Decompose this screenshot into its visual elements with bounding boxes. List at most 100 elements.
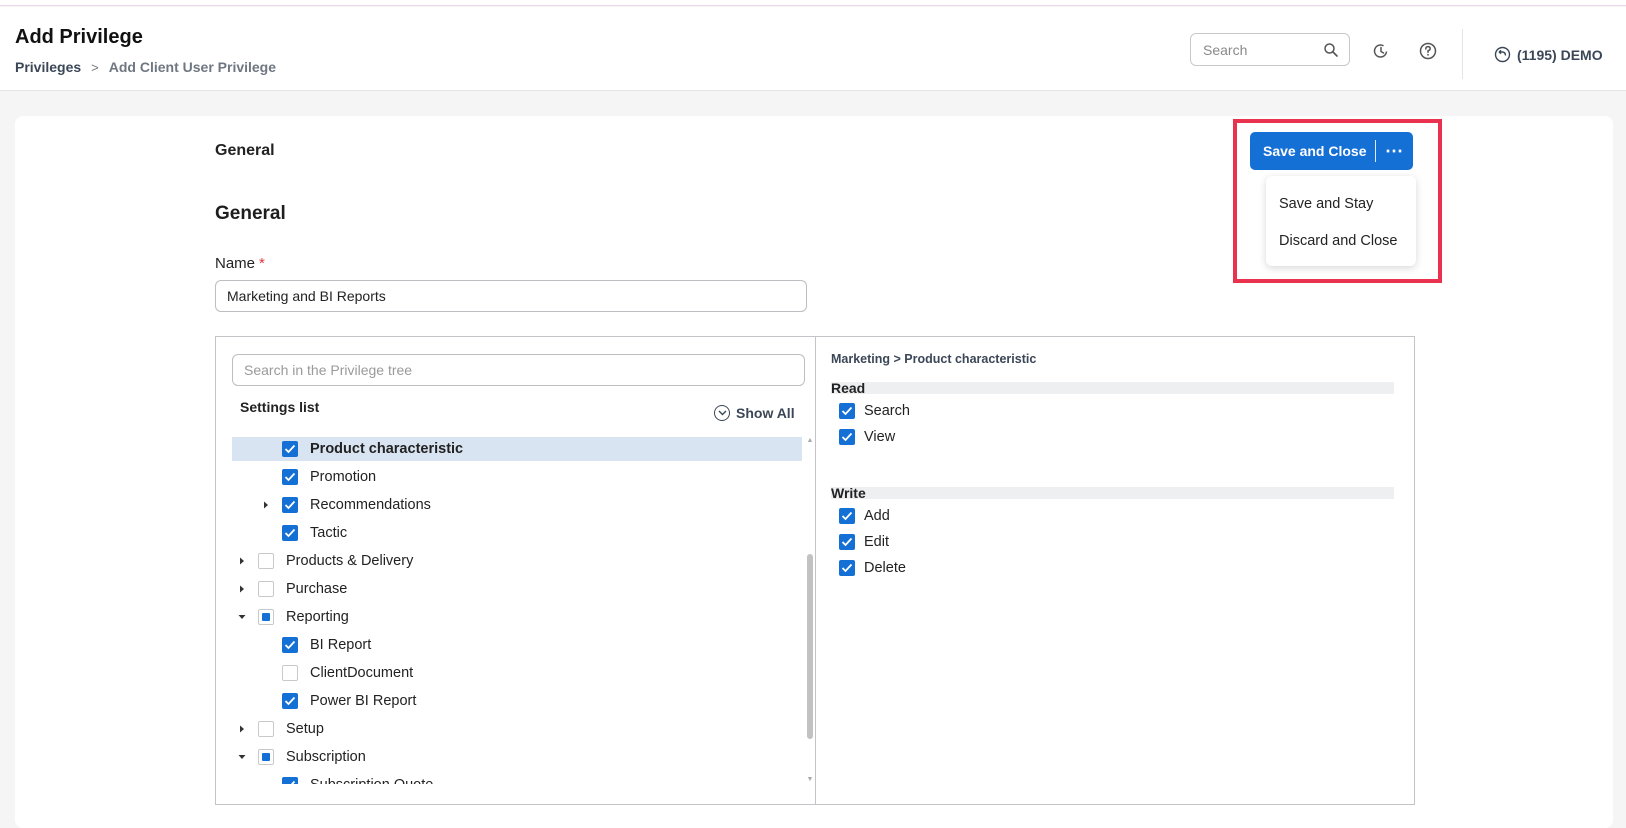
checkbox-checked[interactable] [839,560,855,576]
tree-row[interactable]: Reporting [232,605,802,629]
privilege-tree: Settings list Show All Product character… [216,337,816,804]
checkbox-checked[interactable] [839,429,855,445]
tree-row-label[interactable]: Purchase [286,581,347,597]
save-options-menu: Save and Stay Discard and Close [1266,176,1416,266]
breadcrumb-separator: > [91,59,99,75]
switch-account-icon [1494,46,1511,63]
tree-row-label[interactable]: Power BI Report [310,693,416,709]
permissions-breadcrumb: Marketing > Product characteristic [831,352,1037,366]
global-search-input[interactable] [1191,34,1311,65]
save-button-group: Save and Close ⋯ [1250,132,1413,170]
settings-list-title: Settings list [240,399,320,415]
tree-search-input[interactable] [232,354,805,386]
scroll-thumb[interactable] [807,554,813,739]
caret-right-icon[interactable] [236,555,248,567]
tree-row-label[interactable]: Subscription Quote [310,777,433,784]
permission-label: Search [864,403,910,419]
checkbox-checked[interactable] [839,403,855,419]
checkbox-checked[interactable] [839,534,855,550]
checkbox-checked[interactable] [282,637,298,653]
tree-row-label[interactable]: Recommendations [310,497,431,513]
show-all-label: Show All [736,405,795,421]
permissions-panel: Marketing > Product characteristic Read … [817,337,1415,804]
save-and-close-button[interactable]: Save and Close [1250,132,1375,170]
tree-row[interactable]: Promotion [232,465,802,489]
permission-item[interactable]: Search [839,403,910,419]
checkbox-checked[interactable] [282,441,298,457]
checkbox-checked[interactable] [282,693,298,709]
breadcrumb-privileges-link[interactable]: Privileges [15,59,81,75]
tree-row-label[interactable]: Tactic [310,525,347,541]
checkbox-empty[interactable] [258,721,274,737]
checkbox-checked[interactable] [282,469,298,485]
menu-item-discard-and-close[interactable]: Discard and Close [1266,223,1416,260]
checkbox-checked[interactable] [282,777,298,784]
privilege-tree-panel: Settings list Show All Product character… [215,336,1415,805]
tree-row[interactable]: BI Report [232,633,802,657]
caret-right-icon[interactable] [260,499,272,511]
tree-row-label[interactable]: Setup [286,721,324,737]
tree-row[interactable]: Purchase [232,577,802,601]
page-header: Add Privilege Privileges > Add Client Us… [0,7,1626,91]
tree-row[interactable]: Power BI Report [232,689,802,713]
tree-row-label[interactable]: Reporting [286,609,349,625]
tree-row[interactable]: Tactic [232,521,802,545]
tree-row[interactable]: ClientDocument [232,661,802,685]
more-actions-button[interactable]: ⋯ [1376,132,1413,170]
scroll-down-arrow-icon[interactable]: ▼ [806,776,814,784]
help-icon[interactable] [1418,41,1438,61]
caret-down-icon[interactable] [236,751,248,763]
name-field[interactable] [215,280,807,312]
permission-item[interactable]: Edit [839,534,889,550]
account-switcher[interactable]: (1195) DEMO [1494,46,1603,63]
tree-row[interactable]: Product characteristic [232,437,802,461]
menu-item-save-and-stay[interactable]: Save and Stay [1266,186,1416,223]
page-title: Add Privilege [15,26,143,48]
checkbox-empty[interactable] [282,665,298,681]
caret-down-icon[interactable] [236,611,248,623]
checkbox-checked[interactable] [839,508,855,524]
tree-row-label[interactable]: Promotion [310,469,376,485]
permission-label: Edit [864,534,889,550]
section-tab-general[interactable]: General [215,142,275,160]
checkbox-checked[interactable] [282,497,298,513]
tree-scrollbar[interactable]: ▲ ▼ [806,437,814,784]
tree-row-label[interactable]: Product characteristic [310,441,463,457]
tree-row-label[interactable]: Products & Delivery [286,553,413,569]
checkbox-partial[interactable] [258,749,274,765]
permission-label: View [864,429,896,445]
permission-item[interactable]: View [839,429,895,445]
checkbox-empty[interactable] [258,553,274,569]
name-label-text: Name [215,255,256,272]
global-search[interactable] [1190,33,1350,66]
permission-group-read: Read [831,381,1394,395]
caret-right-icon[interactable] [236,723,248,735]
tree-row[interactable]: Products & Delivery [232,549,802,573]
permission-item[interactable]: Delete [839,560,906,576]
search-icon[interactable] [1323,42,1339,58]
permission-item[interactable]: Add [839,508,890,524]
scroll-up-arrow-icon[interactable]: ▲ [806,437,814,445]
tree-row-label[interactable]: BI Report [310,637,371,653]
tree-row-label[interactable]: ClientDocument [310,665,413,681]
caret-right-icon[interactable] [236,583,248,595]
tree-row-label[interactable]: Subscription [286,749,366,765]
section-heading: General [215,203,286,224]
top-accent-line [0,0,1626,6]
tree-row[interactable]: Recommendations [232,493,802,517]
tree-row[interactable]: Setup [232,717,802,741]
checkbox-checked[interactable] [282,525,298,541]
tree-row[interactable]: Subscription Quote [232,773,802,784]
checkbox-empty[interactable] [258,581,274,597]
history-icon[interactable] [1371,41,1391,61]
show-all-button[interactable]: Show All [714,405,795,421]
breadcrumb-current: Add Client User Privilege [108,59,277,75]
tree-row[interactable]: Subscription [232,745,802,769]
checkbox-partial[interactable] [258,609,274,625]
